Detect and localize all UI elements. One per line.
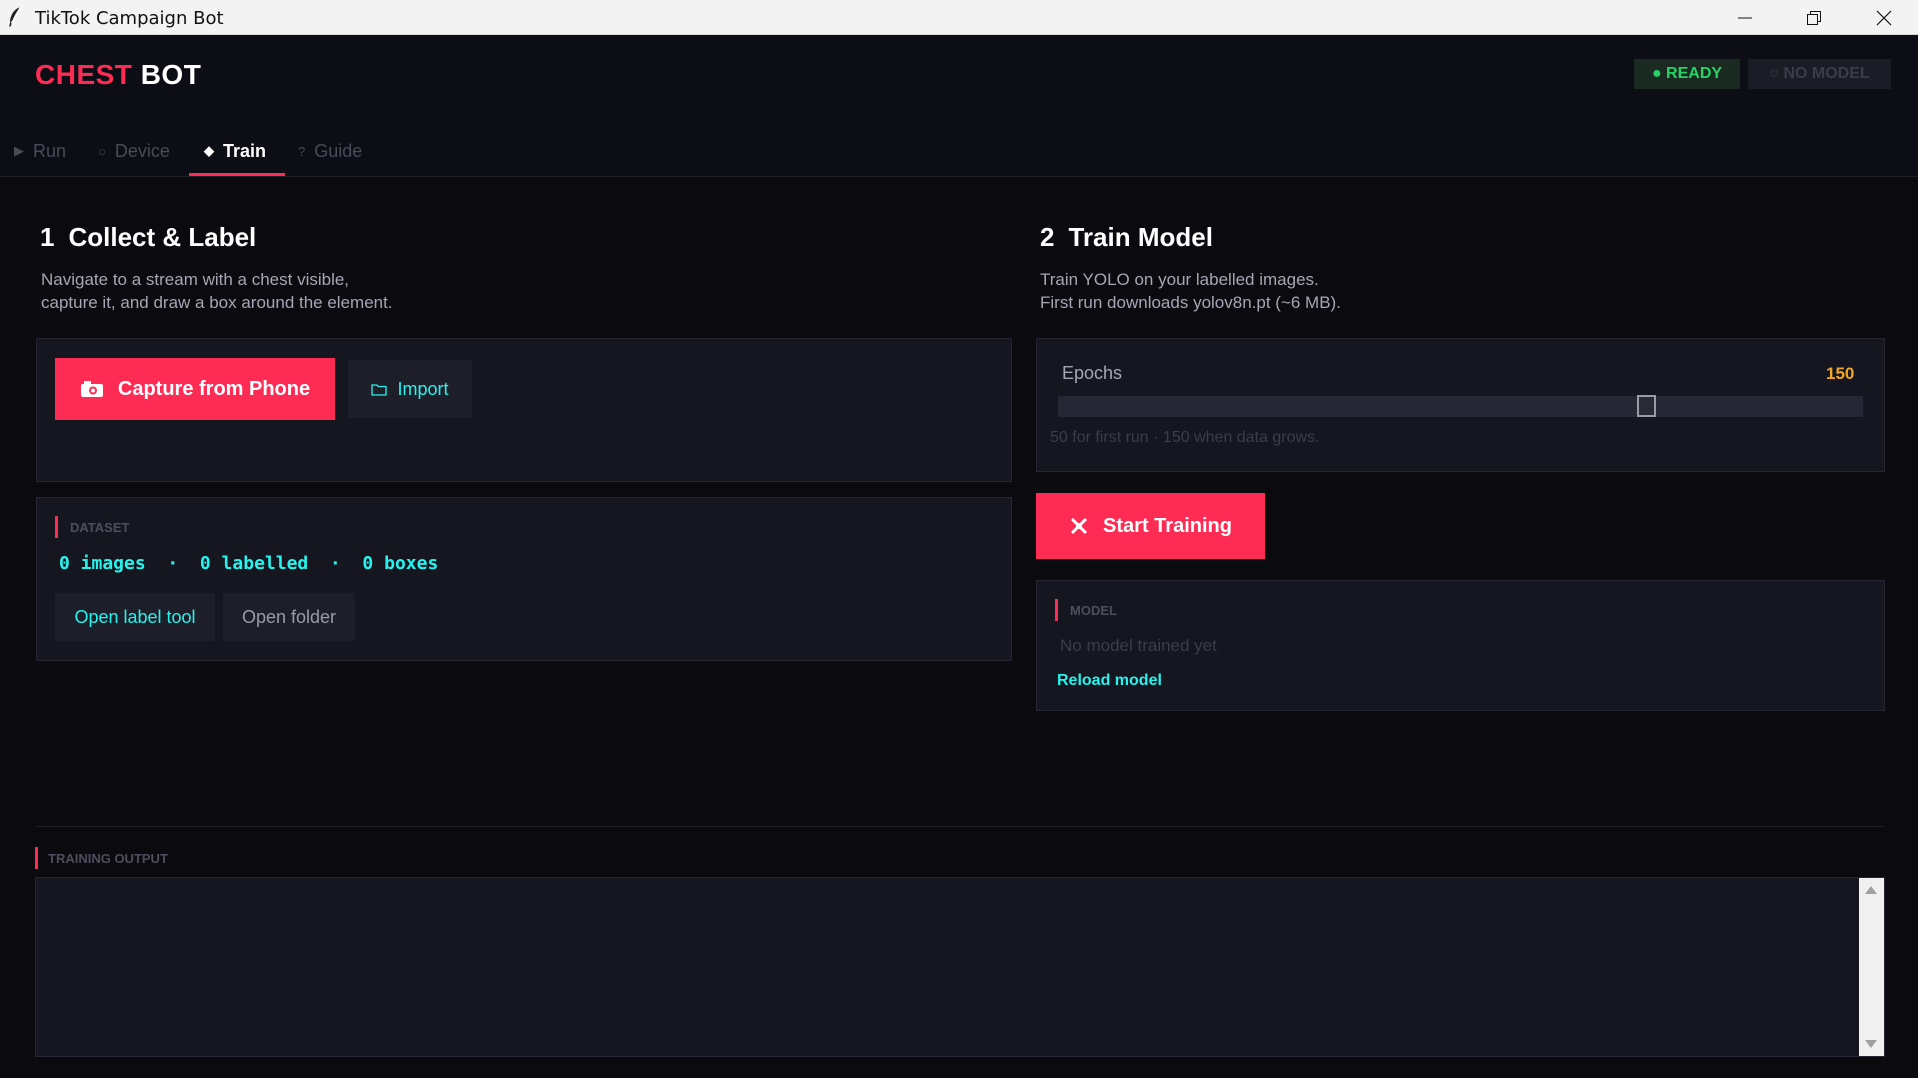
window-titlebar: TikTok Campaign Bot (0, 0, 1918, 35)
scroll-down-icon[interactable] (1865, 1040, 1877, 1048)
import-button-label: Import (397, 378, 449, 399)
train-step-number: 2 (1040, 222, 1055, 252)
output-divider (35, 826, 1885, 827)
epochs-slider-thumb[interactable] (1636, 395, 1656, 417)
dataset-stats: 0 images · 0 labelled · 0 boxes (59, 553, 438, 574)
app-header: CHEST BOT ● READY ○ NO MODEL ▶ Run ○ Dev… (0, 35, 1918, 177)
status-badge-ready: ● READY (1634, 59, 1740, 89)
output-scrollbar[interactable] (1859, 878, 1884, 1056)
training-output-label: TRAINING OUTPUT (35, 847, 168, 869)
collect-title-text: Collect & Label (68, 222, 257, 252)
train-title-text: Train Model (1068, 222, 1213, 252)
open-label-tool-button[interactable]: Open label tool (55, 593, 215, 641)
train-desc-line2: First run downloads yolov8n.pt (~6 MB). (1040, 293, 1341, 312)
capture-from-phone-button[interactable]: Capture from Phone (55, 358, 335, 420)
restore-icon (1807, 10, 1821, 25)
diamond-icon: ◆ (204, 143, 214, 158)
window-title: TikTok Campaign Bot (35, 8, 224, 29)
start-training-label: Start Training (1103, 514, 1232, 537)
train-section-title: 2 Train Model (1040, 222, 1213, 253)
epochs-value: 150 (1826, 364, 1855, 383)
tab-guide[interactable]: ? Guide (298, 125, 362, 177)
app-logo: CHEST BOT (35, 59, 201, 91)
model-section-label: MODEL (1055, 599, 1117, 621)
open-folder-button[interactable]: Open folder (223, 593, 355, 641)
circle-icon: ○ (98, 143, 106, 159)
reload-model-link[interactable]: Reload model (1057, 672, 1162, 690)
active-tab-indicator (189, 173, 285, 176)
dataset-section-label: DATASET (55, 516, 129, 538)
minimize-icon (1738, 17, 1752, 18)
training-output-log (35, 877, 1885, 1057)
collect-description: Navigate to a stream with a chest visibl… (41, 268, 393, 314)
train-desc-line1: Train YOLO on your labelled images. (1040, 270, 1319, 289)
tab-guide-label: Guide (314, 140, 363, 161)
close-button[interactable] (1849, 0, 1918, 35)
tab-bar: ▶ Run ○ Device ◆ Train ? Guide (0, 125, 500, 177)
collect-section-title: 1 Collect & Label (40, 222, 256, 253)
feather-icon (9, 6, 21, 27)
epochs-label: Epochs (1062, 363, 1123, 383)
restore-button[interactable] (1779, 0, 1849, 35)
train-description: Train YOLO on your labelled images. Firs… (1040, 268, 1341, 314)
tab-train[interactable]: ◆ Train (204, 125, 266, 177)
logo-bot: BOT (140, 59, 202, 90)
collect-desc-line2: capture it, and draw a box around the el… (41, 293, 393, 312)
epochs-slider-track[interactable] (1058, 396, 1863, 417)
collect-step-number: 1 (40, 222, 55, 252)
play-icon: ▶ (14, 143, 24, 158)
folder-icon (371, 384, 388, 396)
collect-desc-line1: Navigate to a stream with a chest visibl… (41, 270, 350, 289)
import-button[interactable]: Import (348, 360, 472, 418)
start-training-button[interactable]: Start Training (1036, 493, 1265, 559)
logo-chest: CHEST (35, 59, 133, 90)
close-icon (1876, 10, 1892, 25)
camera-icon (80, 381, 103, 397)
training-icon (1070, 517, 1088, 535)
tab-train-label: Train (223, 140, 267, 161)
tab-device-label: Device (114, 140, 170, 161)
status-badge-model: ○ NO MODEL (1748, 59, 1891, 89)
capture-button-label: Capture from Phone (117, 377, 311, 400)
epochs-hint: 50 for first run · 150 when data grows. (1050, 429, 1320, 446)
dataset-stats-text: 0 images · 0 labelled · 0 boxes (59, 553, 439, 574)
question-icon: ? (298, 143, 306, 159)
model-status: No model trained yet (1060, 636, 1217, 655)
tab-run-label: Run (33, 140, 67, 161)
minimize-button[interactable] (1710, 0, 1780, 35)
scroll-up-icon[interactable] (1865, 886, 1877, 894)
tab-device[interactable]: ○ Device (98, 125, 170, 177)
tab-run[interactable]: ▶ Run (14, 125, 66, 177)
